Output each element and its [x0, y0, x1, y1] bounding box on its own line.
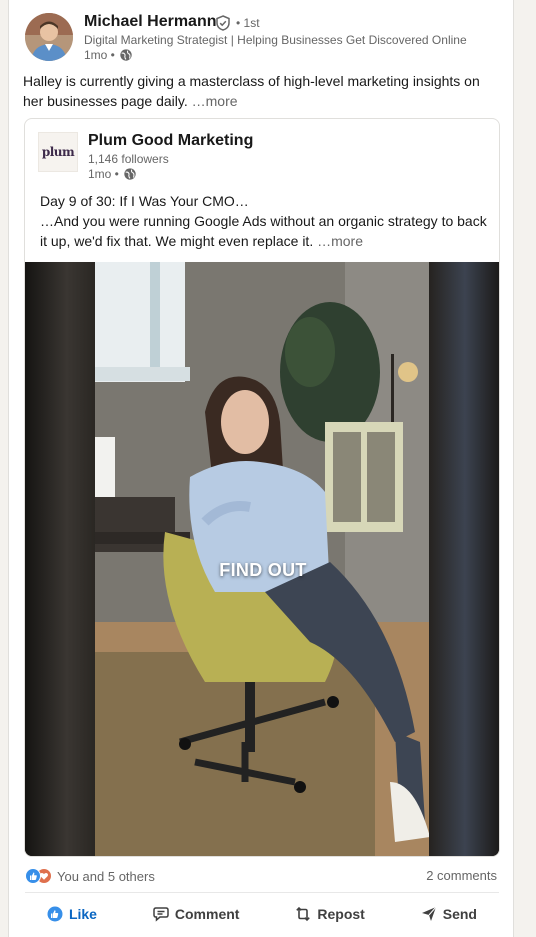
like-reaction-icon — [25, 868, 41, 884]
verified-shield-icon — [216, 15, 230, 31]
org-logo-text: plum — [41, 145, 75, 159]
divider — [25, 892, 499, 893]
send-button[interactable]: Send — [413, 904, 485, 924]
org-followers: 1,146 followers — [88, 152, 169, 166]
org-logo[interactable]: plum — [38, 132, 78, 172]
video-blur-right — [429, 262, 499, 856]
post-text: Halley is currently giving a masterclass… — [23, 73, 480, 109]
author-name[interactable]: Michael Hermann — [84, 13, 216, 31]
post-time: 1mo • — [84, 48, 133, 62]
shared-post-time: 1mo • — [88, 167, 137, 181]
video-player[interactable]: FIND OUT — [25, 262, 499, 856]
reaction-icons — [25, 868, 53, 884]
post-time-label: 1mo • — [84, 48, 115, 62]
action-bar: Like Comment Repost Send — [9, 904, 515, 924]
send-icon — [421, 906, 437, 921]
repost-button[interactable]: Repost — [287, 904, 372, 924]
like-label: Like — [68, 906, 97, 922]
globe-icon — [124, 168, 136, 180]
comments-count[interactable]: 2 comments — [426, 868, 497, 883]
post-commentary: Halley is currently giving a masterclass… — [23, 71, 503, 111]
shared-see-more-link[interactable]: …more — [317, 233, 363, 249]
thumbs-up-icon — [47, 906, 63, 922]
shared-post[interactable]: plum Plum Good Marketing 1,146 followers… — [24, 118, 500, 857]
like-button[interactable]: Like — [39, 904, 105, 924]
repost-icon — [296, 906, 311, 922]
video-overlay-text: FIND OUT — [219, 560, 307, 580]
see-more-link[interactable]: …more — [192, 93, 238, 109]
video-frame — [95, 262, 429, 856]
comment-icon — [153, 907, 169, 922]
video-blur-left — [25, 262, 95, 856]
globe-icon — [120, 49, 132, 61]
shared-post-text: Day 9 of 30: If I Was Your CMO… …And you… — [40, 191, 495, 251]
send-label: Send — [442, 906, 477, 922]
comment-button[interactable]: Comment — [145, 904, 248, 924]
reactions-count: You and 5 others — [57, 868, 155, 884]
org-name[interactable]: Plum Good Marketing — [88, 132, 253, 150]
comment-label: Comment — [174, 906, 240, 922]
connection-degree: • 1st — [236, 16, 260, 30]
reactions-summary[interactable]: You and 5 others — [25, 868, 155, 884]
author-headline: Digital Marketing Strategist | Helping B… — [84, 33, 467, 47]
repost-label: Repost — [317, 906, 365, 922]
shared-line-1: Day 9 of 30: If I Was Your CMO… — [40, 193, 249, 209]
feed-post-card: Michael Hermann • 1st Digital Marketing … — [8, 0, 514, 937]
shared-time-label: 1mo • — [88, 167, 119, 181]
author-avatar[interactable] — [25, 13, 73, 61]
shared-line-2: …And you were running Google Ads without… — [40, 213, 487, 249]
